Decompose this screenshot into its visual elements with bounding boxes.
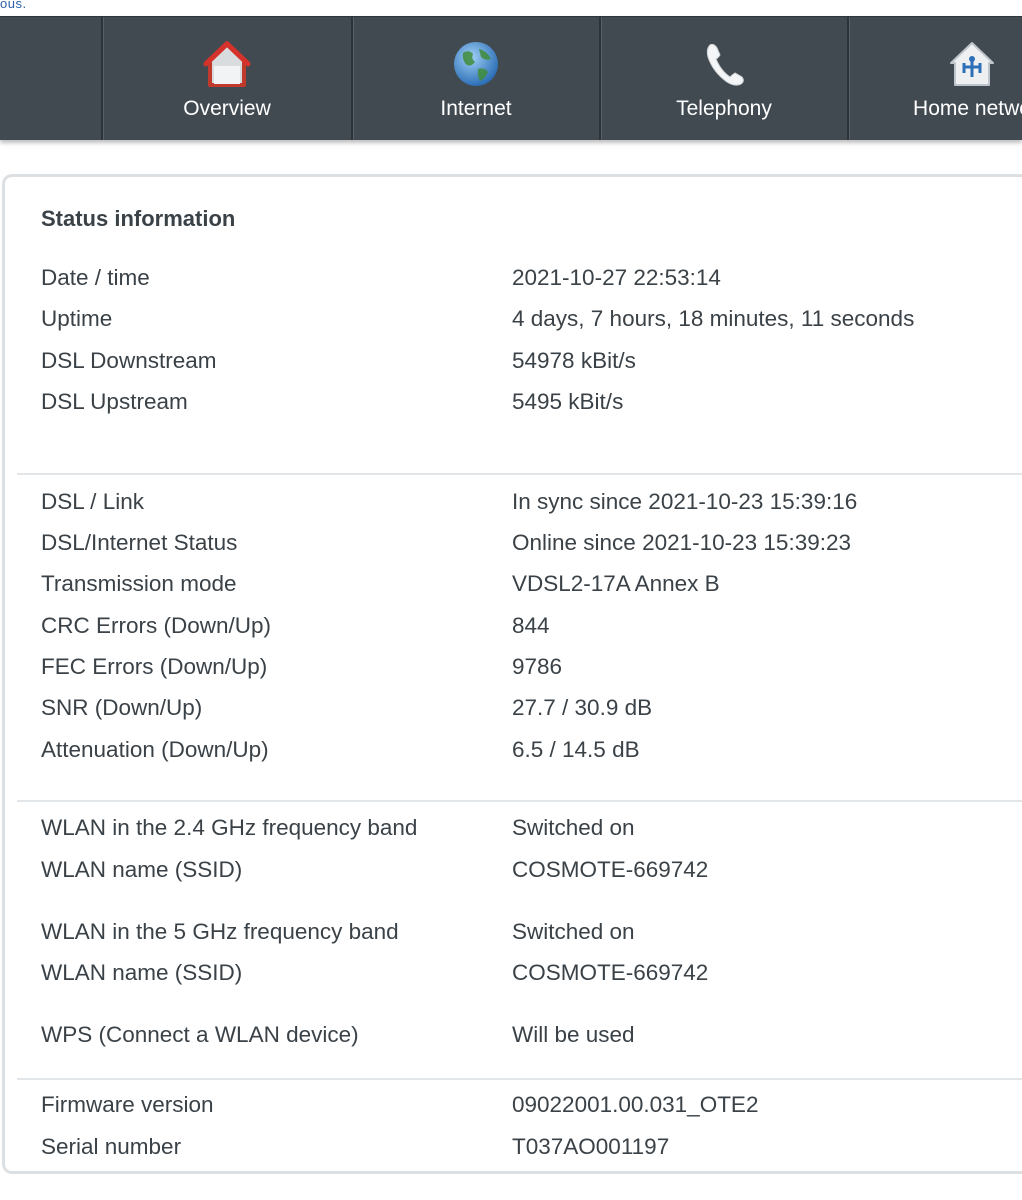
- status-label: WPS (Connect a WLAN device): [41, 1022, 359, 1047]
- nav-item-home-network[interactable]: Home netwo: [849, 17, 1022, 140]
- phone-icon: [706, 43, 744, 86]
- status-label: DSL Upstream: [41, 389, 188, 414]
- status-row-firmware-version: Firmware version 09022001.00.031_OTE2: [41, 1092, 1001, 1132]
- status-label: DSL/Internet Status: [41, 530, 238, 555]
- home-network-icon: [950, 42, 994, 86]
- status-value: 2021-10-27 22:53:14: [512, 265, 721, 290]
- status-row-dsl-downstream: DSL Downstream 54978 kBit/s: [41, 348, 1001, 388]
- status-row-dsl-upstream: DSL Upstream 5495 kBit/s: [41, 389, 1001, 429]
- status-label: Uptime: [41, 306, 113, 331]
- status-label: SNR (Down/Up): [41, 695, 203, 720]
- status-value: 27.7 / 30.9 dB: [512, 695, 653, 720]
- status-label: DSL / Link: [41, 489, 144, 514]
- status-value: 4 days, 7 hours, 18 minutes, 11 seconds: [512, 306, 915, 331]
- status-label: DSL Downstream: [41, 348, 217, 373]
- status-row-dsl-link: DSL / Link In sync since 2021-10-23 15:3…: [41, 489, 1001, 529]
- status-label: WLAN name (SSID): [41, 960, 243, 985]
- status-row-uptime: Uptime 4 days, 7 hours, 18 minutes, 11 s…: [41, 306, 1001, 346]
- status-value: 09022001.00.031_OTE2: [512, 1092, 759, 1117]
- status-label: Serial number: [41, 1134, 182, 1159]
- status-value: T037AO001197: [512, 1134, 670, 1159]
- status-value: Will be used: [512, 1022, 635, 1047]
- nav-label-telephony: Telephony: [676, 97, 772, 120]
- status-row-date-time: Date / time 2021-10-27 22:53:14: [41, 265, 1001, 305]
- section-divider: [17, 473, 1022, 475]
- panel-title: Status information: [41, 206, 236, 231]
- status-label: Firmware version: [41, 1092, 214, 1117]
- status-row-attenuation: Attenuation (Down/Up) 6.5 / 14.5 dB: [41, 737, 1001, 777]
- status-value: 844: [512, 613, 550, 638]
- status-value: 5495 kBit/s: [512, 389, 624, 414]
- section-divider: [17, 1078, 1022, 1080]
- status-information-panel: Status information Date / time 2021-10-2…: [2, 174, 1022, 1174]
- status-label: WLAN in the 5 GHz frequency band: [41, 919, 399, 944]
- status-label: WLAN in the 2.4 GHz frequency band: [41, 815, 418, 840]
- nav-item-internet[interactable]: Internet: [353, 17, 599, 140]
- status-row-internet-status: DSL/Internet Status Online since 2021-10…: [41, 530, 1001, 570]
- status-row-snr: SNR (Down/Up) 27.7 / 30.9 dB: [41, 695, 1001, 735]
- status-value: COSMOTE-669742: [512, 960, 709, 985]
- status-row-crc-errors: CRC Errors (Down/Up) 844: [41, 613, 1001, 653]
- status-label: FEC Errors (Down/Up): [41, 654, 268, 679]
- status-row-transmission-mode: Transmission mode VDSL2-17A Annex B: [41, 571, 1001, 611]
- status-row-wlan-24ghz: WLAN in the 2.4 GHz frequency band Switc…: [41, 815, 1001, 855]
- top-text-fragment: ous.: [0, 0, 27, 11]
- status-value: 54978 kBit/s: [512, 348, 636, 373]
- nav-item-overview[interactable]: Overview: [104, 17, 350, 140]
- status-value: Online since 2021-10-23 15:39:23: [512, 530, 851, 555]
- status-value: VDSL2-17A Annex B: [512, 571, 720, 596]
- status-label: Transmission mode: [41, 571, 237, 596]
- status-value: Switched on: [512, 815, 635, 840]
- status-value: COSMOTE-669742: [512, 857, 709, 882]
- status-row-serial-number: Serial number T037AO001197: [41, 1134, 1001, 1174]
- status-row-ssid-5ghz: WLAN name (SSID) COSMOTE-669742: [41, 960, 1001, 1000]
- section-divider: [17, 800, 1022, 802]
- status-label: Date / time: [41, 265, 150, 290]
- status-value: 9786: [512, 654, 563, 679]
- status-value: 6.5 / 14.5 dB: [512, 737, 640, 762]
- status-label: CRC Errors (Down/Up): [41, 613, 272, 638]
- nav-label-home-network: Home netwo: [913, 97, 1022, 120]
- status-value: In sync since 2021-10-23 15:39:16: [512, 489, 858, 514]
- status-row-wlan-5ghz: WLAN in the 5 GHz frequency band Switche…: [41, 919, 1001, 959]
- status-row-fec-errors: FEC Errors (Down/Up) 9786: [41, 654, 1001, 694]
- globe-icon: [454, 42, 498, 86]
- home-icon: [203, 41, 251, 87]
- nav-item-telephony[interactable]: Telephony: [601, 17, 847, 140]
- main-navigation: Overview Internet Telephony Home netwo: [0, 16, 1022, 140]
- nav-label-overview: Overview: [183, 97, 271, 120]
- nav-label-internet: Internet: [440, 97, 512, 120]
- status-row-ssid-24ghz: WLAN name (SSID) COSMOTE-669742: [41, 857, 1001, 897]
- status-label: Attenuation (Down/Up): [41, 737, 269, 762]
- status-value: Switched on: [512, 919, 635, 944]
- status-label: WLAN name (SSID): [41, 857, 243, 882]
- status-row-wps: WPS (Connect a WLAN device) Will be used: [41, 1022, 1001, 1062]
